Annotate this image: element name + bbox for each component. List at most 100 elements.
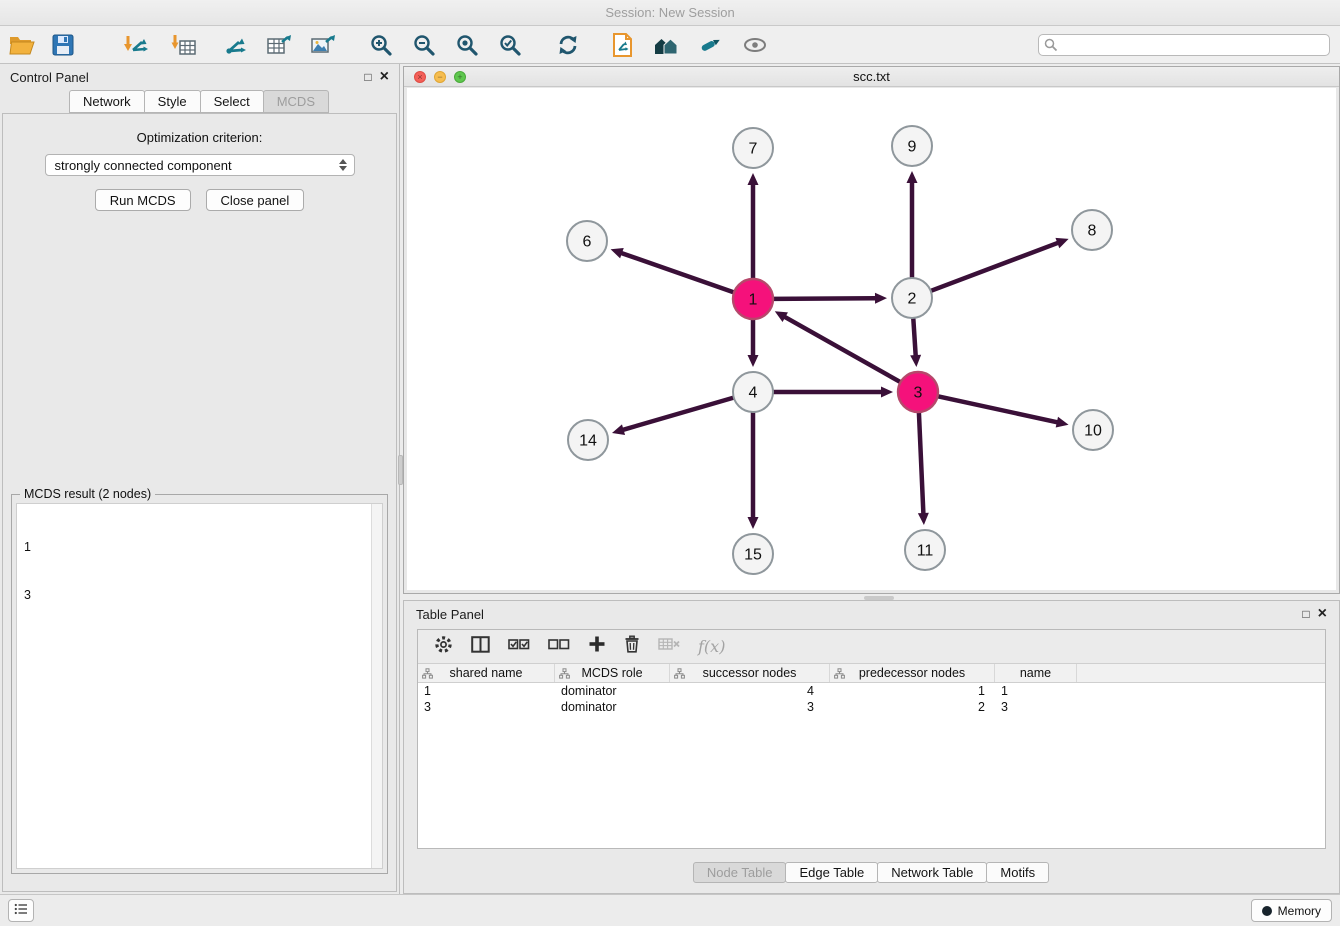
delete-table-button[interactable] xyxy=(658,637,680,656)
graph-node[interactable]: 1 xyxy=(733,279,773,319)
tab-edge-table[interactable]: Edge Table xyxy=(785,862,878,883)
graph-node-label: 1 xyxy=(749,292,758,309)
graph-node[interactable]: 11 xyxy=(905,530,945,570)
graph-node[interactable]: 9 xyxy=(892,126,932,166)
result-scrollbar[interactable] xyxy=(371,504,382,868)
zoom-selected-button[interactable] xyxy=(492,30,528,60)
graph-edge[interactable] xyxy=(932,238,1069,291)
import-table-button[interactable] xyxy=(166,30,202,60)
column-header[interactable]: MCDS role xyxy=(555,664,670,682)
table-row[interactable]: 3dominator323 xyxy=(418,699,1325,715)
new-network-from-selection-button[interactable] xyxy=(605,30,641,60)
save-icon xyxy=(52,34,74,56)
refresh-button[interactable] xyxy=(550,30,586,60)
tab-style[interactable]: Style xyxy=(144,90,201,113)
first-neighbors-icon xyxy=(652,34,680,56)
graph-edge[interactable] xyxy=(748,173,759,278)
table-cell: 3 xyxy=(670,699,830,715)
tab-network-table[interactable]: Network Table xyxy=(877,862,987,883)
column-header[interactable]: name xyxy=(995,664,1077,682)
deselect-all-button[interactable] xyxy=(548,637,570,656)
float-table-panel-icon[interactable]: □ xyxy=(1302,607,1309,621)
table-cell: 1 xyxy=(830,683,995,699)
new-network-from-selection-icon xyxy=(611,32,635,58)
zoom-in-icon xyxy=(369,33,393,57)
graph-node[interactable]: 14 xyxy=(568,420,608,460)
import-table-icon xyxy=(171,33,197,57)
export-image-button[interactable] xyxy=(305,30,341,60)
table-header-row: shared name MCDS role successor nodes pr… xyxy=(418,664,1325,683)
search-input[interactable] xyxy=(1038,34,1330,56)
zoom-out-button[interactable] xyxy=(406,30,442,60)
gear-icon xyxy=(434,635,453,659)
close-panel-icon[interactable]: × xyxy=(380,70,389,84)
open-session-button[interactable] xyxy=(4,30,40,60)
graph-edge[interactable] xyxy=(774,293,887,304)
zoom-fit-button[interactable] xyxy=(449,30,485,60)
memory-button[interactable]: Memory xyxy=(1251,899,1332,922)
column-header[interactable]: predecessor nodes xyxy=(830,664,995,682)
graph-edge[interactable] xyxy=(611,248,734,292)
table-cell: 4 xyxy=(670,683,830,699)
tab-select[interactable]: Select xyxy=(200,90,264,113)
close-panel-button[interactable]: Close panel xyxy=(206,189,305,211)
add-row-button[interactable] xyxy=(588,635,606,658)
export-network-button[interactable] xyxy=(218,30,254,60)
graph-node[interactable]: 6 xyxy=(567,221,607,261)
tab-mcds[interactable]: MCDS xyxy=(263,90,329,113)
graph-edge[interactable] xyxy=(612,398,733,435)
graph-edge[interactable] xyxy=(910,319,921,367)
graph-node[interactable]: 15 xyxy=(733,534,773,574)
column-header[interactable]: successor nodes xyxy=(670,664,830,682)
graph-edge[interactable] xyxy=(775,311,900,381)
column-type-icon xyxy=(674,668,685,679)
graph-node[interactable]: 7 xyxy=(733,128,773,168)
network-window-title: scc.txt xyxy=(404,69,1339,84)
graph-node[interactable]: 10 xyxy=(1073,410,1113,450)
control-panel-tabs: Network Style Select MCDS xyxy=(0,90,399,114)
save-session-button[interactable] xyxy=(45,30,81,60)
tab-network[interactable]: Network xyxy=(69,90,145,113)
criterion-select[interactable]: strongly connected component xyxy=(45,154,355,176)
network-view-window: scc.txt × − + 1234678910111415 xyxy=(403,66,1340,594)
export-table-button[interactable] xyxy=(261,30,297,60)
paint-button[interactable] xyxy=(692,30,728,60)
first-neighbors-button[interactable] xyxy=(648,30,684,60)
columns-icon xyxy=(471,636,490,658)
show-columns-button[interactable] xyxy=(471,636,490,658)
graph-node[interactable]: 4 xyxy=(733,372,773,412)
import-network-icon xyxy=(123,33,149,57)
graph-node-label: 9 xyxy=(908,139,917,156)
graph-edge[interactable] xyxy=(774,387,893,398)
table-cell: 2 xyxy=(830,699,995,715)
graph-edge[interactable] xyxy=(939,396,1069,427)
table-panel: Table Panel □ × xyxy=(403,600,1340,894)
select-all-button[interactable] xyxy=(508,637,530,656)
table-row[interactable]: 1dominator411 xyxy=(418,683,1325,699)
graph-node[interactable]: 2 xyxy=(892,278,932,318)
import-network-button[interactable] xyxy=(118,30,154,60)
delete-row-button[interactable] xyxy=(624,635,640,658)
graph-node[interactable]: 3 xyxy=(898,372,938,412)
tab-motifs[interactable]: Motifs xyxy=(986,862,1049,883)
work-area: scc.txt × − + 1234678910111415 Table Pan xyxy=(401,64,1340,894)
function-builder-button[interactable]: f(x) xyxy=(698,637,725,656)
graph-edge[interactable] xyxy=(748,413,759,529)
mcds-result-group: MCDS result (2 nodes) 1 3 xyxy=(11,494,388,874)
graph-edge[interactable] xyxy=(748,320,759,367)
run-mcds-button[interactable]: Run MCDS xyxy=(95,189,191,211)
export-image-icon xyxy=(310,33,336,57)
task-history-button[interactable] xyxy=(8,899,34,922)
tab-node-table[interactable]: Node Table xyxy=(693,862,787,883)
graph-node[interactable]: 8 xyxy=(1072,210,1112,250)
zoom-in-button[interactable] xyxy=(363,30,399,60)
eye-button[interactable] xyxy=(737,30,773,60)
graph-edge[interactable] xyxy=(907,171,918,277)
table-settings-button[interactable] xyxy=(434,635,453,659)
network-canvas[interactable]: 1 2 3 4 6 7 8 9 10 11 14 15 xyxy=(407,88,1336,590)
graph-edge[interactable] xyxy=(918,413,929,525)
float-panel-icon[interactable]: □ xyxy=(364,70,371,84)
close-table-panel-icon[interactable]: × xyxy=(1318,607,1327,621)
table-cell: 1 xyxy=(995,683,1077,699)
column-header[interactable]: shared name xyxy=(418,664,555,682)
